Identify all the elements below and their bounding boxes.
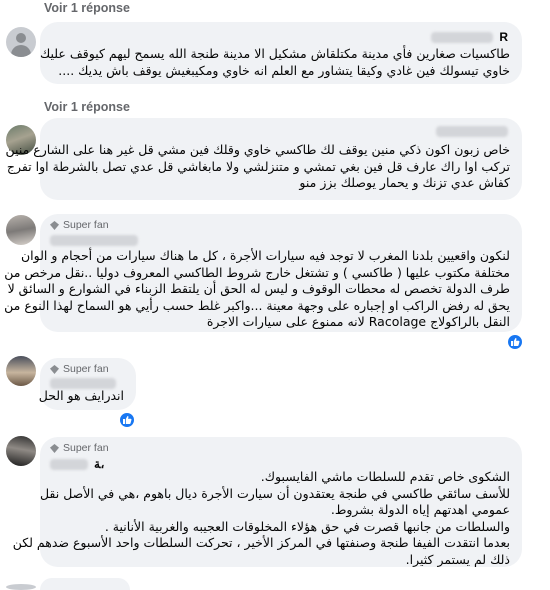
comment-bubble <box>40 578 130 590</box>
avatar[interactable] <box>6 27 36 57</box>
comment-author[interactable] <box>436 126 508 137</box>
diamond-icon <box>50 443 59 453</box>
like-reaction[interactable] <box>118 411 136 429</box>
comment-text: خاص زبون اكون ذكي منين يوقف لك طاكسي خاو… <box>5 142 510 190</box>
like-reaction[interactable] <box>506 333 524 351</box>
avatar[interactable] <box>6 356 36 386</box>
view-replies-link[interactable]: Voir 1 réponse <box>44 100 130 114</box>
comment-text: الشكوى خاص تقدم للسلطات ماشي الفايسبوك. … <box>12 469 510 567</box>
avatar[interactable] <box>6 436 36 466</box>
comment-bubble: خاص زبون اكون ذكي منين يوقف لك طاكسي خاو… <box>6 118 522 200</box>
comment-text: طاكسيات صغارين فأي مدينة مكتلقاش مشكيل ا… <box>39 46 510 78</box>
comment-text: اندرايف هو الحل <box>38 388 124 403</box>
avatar[interactable] <box>6 215 36 245</box>
view-replies-link[interactable]: Voir 1 réponse <box>44 1 130 15</box>
comment-bubble: Super fan لنكون واقعيين بلدنا المغرب لا … <box>4 214 522 332</box>
super-fan-badge: Super fan <box>50 363 109 375</box>
diamond-icon <box>50 364 59 374</box>
comment-author[interactable] <box>50 235 138 246</box>
super-fan-badge: Super fan <box>50 442 109 454</box>
comment-author[interactable]: R <box>431 30 508 44</box>
super-fan-badge: Super fan <box>50 219 109 231</box>
comment-bubble: R طاكسيات صغارين فأي مدينة مكتلقاش مشكيل… <box>40 22 522 84</box>
diamond-icon <box>50 220 59 230</box>
person-silhouette-icon <box>16 33 26 43</box>
comment-bubble: Super fan اندرايف هو الحل <box>38 358 136 410</box>
thumbs-up-icon <box>123 416 132 424</box>
comment-bubble: Super fan ﺔ، الشكوى خاص تقدم للسلطات ماش… <box>13 437 522 567</box>
comment-text: لنكون واقعيين بلدنا المغرب لا توجد فيه س… <box>4 248 510 329</box>
avatar[interactable] <box>6 584 36 590</box>
thumbs-up-icon <box>511 338 520 346</box>
